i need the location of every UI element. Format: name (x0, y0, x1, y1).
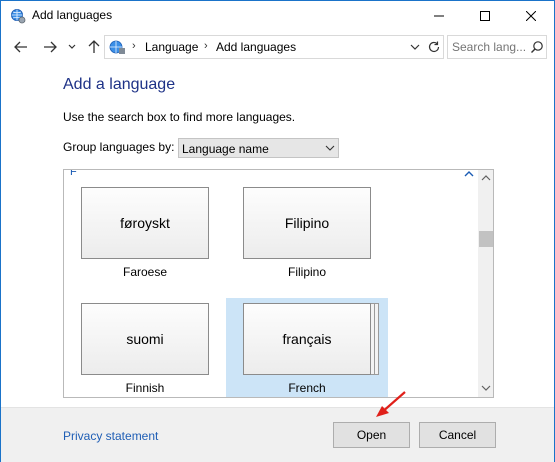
search-box[interactable] (447, 35, 547, 59)
section-header-letter[interactable]: F (70, 170, 77, 178)
navigation-bar: › Language › Add languages (1, 31, 554, 63)
tile-caption: Finnish (125, 381, 165, 395)
annotation-arrow-icon (376, 391, 406, 417)
tile-native-name[interactable]: føroyskt (81, 187, 209, 259)
open-button[interactable]: Open (333, 422, 410, 448)
group-by-label: Group languages by: (63, 140, 175, 154)
chevron-down-icon[interactable] (408, 40, 422, 54)
minimize-button[interactable] (416, 1, 462, 31)
breadcrumb-add-languages[interactable]: Add languages (216, 40, 296, 54)
title-bar: Add languages (1, 1, 554, 31)
dialog-footer: Privacy statement Open Cancel (1, 407, 554, 462)
tile-native-name[interactable]: français (243, 303, 371, 375)
language-list[interactable]: F føroyskt Faroese Filipino Filipino suo… (63, 169, 494, 398)
maximize-icon (480, 11, 490, 21)
refresh-icon[interactable] (426, 39, 442, 55)
tile-native-name[interactable]: suomi (81, 303, 209, 375)
minimize-icon (434, 15, 444, 17)
search-icon[interactable] (530, 40, 544, 54)
chevron-down-icon (68, 44, 76, 49)
breadcrumb-separator: › (132, 40, 136, 52)
cancel-button[interactable]: Cancel (419, 422, 496, 448)
chevron-up-icon[interactable] (464, 170, 474, 177)
control-panel-icon (109, 40, 125, 54)
window-title: Add languages (32, 8, 113, 22)
tile-native-name[interactable]: Filipino (243, 187, 371, 259)
page-title: Add a language (63, 76, 176, 93)
scrollbar-thumb[interactable] (479, 231, 493, 247)
arrow-right-icon (44, 41, 57, 53)
scroll-down-icon[interactable] (481, 384, 491, 392)
back-button[interactable] (11, 37, 31, 57)
privacy-statement-link[interactable]: Privacy statement (63, 429, 158, 443)
group-by-value: Language name (182, 142, 269, 156)
group-by-dropdown[interactable]: Language name (178, 138, 339, 158)
tile-caption: Faroese (122, 265, 168, 279)
globe-settings-icon (11, 9, 26, 24)
vertical-scrollbar[interactable] (478, 170, 493, 397)
recent-locations-button[interactable] (65, 37, 79, 57)
tile-caption: French (288, 381, 326, 395)
address-bar[interactable]: › Language › Add languages (104, 35, 444, 59)
arrow-left-icon (14, 41, 27, 53)
instruction-text: Use the search box to find more language… (63, 110, 296, 124)
breadcrumb-separator: › (204, 40, 208, 52)
close-button[interactable] (508, 1, 554, 31)
chevron-down-icon (325, 145, 335, 151)
close-icon (526, 11, 536, 21)
add-languages-window: Add languages › Language › Add languages… (0, 0, 555, 462)
tile-caption: Filipino (287, 265, 326, 279)
forward-button[interactable] (40, 37, 60, 57)
maximize-button[interactable] (462, 1, 508, 31)
scroll-up-icon[interactable] (481, 174, 491, 182)
search-input[interactable] (452, 40, 528, 54)
up-button[interactable] (84, 37, 104, 57)
breadcrumb-language[interactable]: Language (145, 40, 198, 54)
arrow-up-icon (88, 40, 100, 53)
